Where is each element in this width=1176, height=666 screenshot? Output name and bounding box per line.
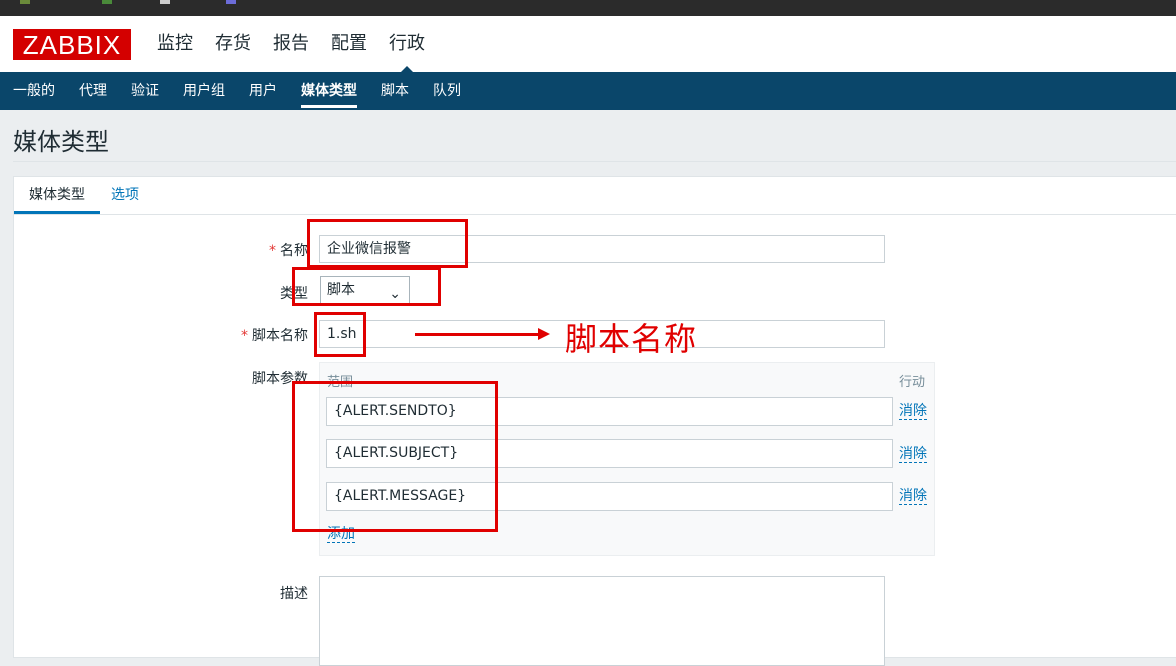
tab-media-type[interactable]: 媒体类型 <box>14 177 100 214</box>
main-nav-administration[interactable]: 行政 <box>389 30 425 72</box>
main-nav-reports[interactable]: 报告 <box>273 30 309 58</box>
arrow-head-icon <box>538 328 550 340</box>
name-label: * 名称 <box>240 240 308 260</box>
browser-icon <box>160 0 170 4</box>
main-nav-configuration[interactable]: 配置 <box>331 30 367 58</box>
script-name-label-text: 脚本名称 <box>252 328 308 344</box>
main-nav: 监控 存货 报告 配置 行政 <box>157 30 447 72</box>
sub-nav: 一般的 代理 验证 用户组 用户 媒体类型 脚本 队列 <box>0 72 1176 110</box>
browser-icon <box>20 0 30 4</box>
main-nav-inventory[interactable]: 存货 <box>215 30 251 58</box>
sub-nav-media-types[interactable]: 媒体类型 <box>301 72 357 110</box>
sub-nav-user-groups[interactable]: 用户组 <box>183 72 225 110</box>
annotation-box-name <box>307 219 468 268</box>
sub-nav-scripts[interactable]: 脚本 <box>381 72 409 110</box>
browser-icon <box>226 0 236 4</box>
annotation-box-script-name <box>314 312 366 357</box>
tab-options[interactable]: 选项 <box>111 177 139 214</box>
sub-nav-general[interactable]: 一般的 <box>13 72 55 110</box>
annotation-box-type <box>292 267 441 306</box>
description-textarea[interactable] <box>319 576 885 666</box>
required-marker: * <box>241 328 248 344</box>
script-name-label: * 脚本名称 <box>200 325 308 345</box>
main-nav-monitoring[interactable]: 监控 <box>157 30 193 58</box>
remove-param-button[interactable]: 消除 <box>899 446 927 463</box>
page-title: 媒体类型 <box>13 128 109 156</box>
annotation-box-params <box>292 381 498 532</box>
sub-nav-authentication[interactable]: 验证 <box>131 72 159 110</box>
annotation-text: 脚本名称 <box>565 320 698 358</box>
sub-nav-proxies[interactable]: 代理 <box>79 72 107 110</box>
required-marker: * <box>269 243 276 259</box>
zabbix-logo[interactable]: ZABBIX <box>13 29 131 60</box>
name-label-text: 名称 <box>280 243 308 259</box>
remove-param-button[interactable]: 消除 <box>899 403 927 420</box>
form-tabs: 媒体类型 选项 <box>14 177 1176 215</box>
annotation-arrow <box>415 333 542 336</box>
divider <box>13 161 1176 162</box>
remove-param-button[interactable]: 消除 <box>899 488 927 505</box>
browser-icon <box>102 0 112 4</box>
sub-nav-queue[interactable]: 队列 <box>433 72 461 110</box>
sub-nav-users[interactable]: 用户 <box>249 72 277 110</box>
params-col-action: 行动 <box>899 375 926 390</box>
description-label: 描述 <box>280 586 308 602</box>
browser-toolbar-strip <box>0 0 1176 16</box>
top-header: ZABBIX 监控 存货 报告 配置 行政 <box>0 16 1176 72</box>
